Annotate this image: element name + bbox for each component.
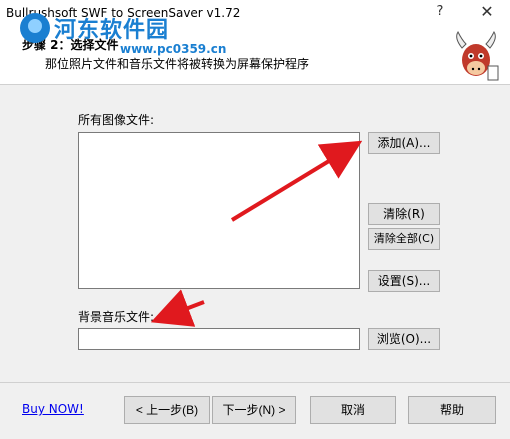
watermark-icon <box>20 13 50 43</box>
wizard-body: 所有图像文件: 添加(A)... 清除(R) 清除全部(C) 设置(S)... … <box>0 86 510 382</box>
settings-button[interactable]: 设置(S)... <box>368 270 440 292</box>
music-file-input[interactable] <box>78 328 360 350</box>
add-button[interactable]: 添加(A)... <box>368 132 440 154</box>
clear-all-button[interactable]: 清除全部(C) <box>368 228 440 250</box>
watermark-logo: 河东软件园 <box>20 12 169 44</box>
bull-mascot-icon <box>456 31 499 81</box>
footer-divider <box>0 382 510 383</box>
help-button[interactable]: 帮助 <box>408 396 496 424</box>
next-button[interactable]: 下一步(N) > <box>212 396 296 424</box>
browse-button[interactable]: 浏览(O)... <box>368 328 440 350</box>
close-icon[interactable]: ✕ <box>474 2 500 24</box>
help-icon[interactable]: ? <box>428 4 452 24</box>
buy-now-link[interactable]: Buy NOW! <box>22 402 84 416</box>
music-file-label: 背景音乐文件: <box>78 310 155 324</box>
watermark-url: www.pc0359.cn <box>120 42 227 56</box>
back-button[interactable]: < 上一步(B) <box>124 396 210 424</box>
step-description: 那位照片文件和音乐文件将被转换为屏幕保护程序 <box>45 57 310 71</box>
image-files-list[interactable] <box>78 132 360 289</box>
image-files-label: 所有图像文件: <box>78 113 155 127</box>
cancel-button[interactable]: 取消 <box>310 396 396 424</box>
clear-button[interactable]: 清除(R) <box>368 203 440 225</box>
watermark-text: 河东软件园 <box>54 18 170 43</box>
